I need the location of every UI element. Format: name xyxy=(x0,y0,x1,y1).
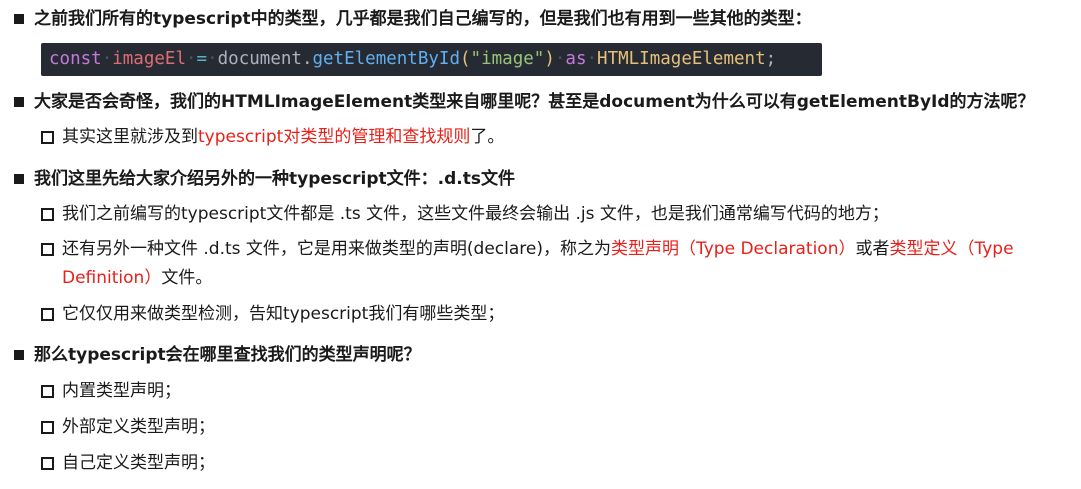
bullet-text: 大家是否会奇怪，我们的HTMLImageElement类型来自哪里呢？甚至是do… xyxy=(34,92,1035,112)
bullet-sub-1: 其实这里就涉及到typescript对类型的管理和查找规则了。 xyxy=(41,123,504,151)
bullet-text: 那么typescript会在哪里查找我们的类型声明呢？ xyxy=(34,345,421,365)
square-bullet-icon xyxy=(14,350,24,360)
bullet-sub-3: 还有另外一种文件 .d.ts 文件，它是用来做类型的声明(declare)，称之… xyxy=(41,235,1042,293)
code-block: const·imageEl·=·document.getElementById(… xyxy=(41,43,822,76)
bullet-text: 外部定义类型声明； xyxy=(62,417,215,437)
bullet-text: 它仅仅用来做类型检测，告知typescript我们有哪些类型； xyxy=(62,304,505,324)
text-segment: 还有另外一种文件 .d.ts 文件，它是用来做类型的声明(declare)，称之… xyxy=(62,239,612,259)
bullet-text: 其实这里就涉及到typescript对类型的管理和查找规则了。 xyxy=(62,123,504,151)
square-bullet-icon xyxy=(14,97,24,107)
code-keyword-as: as xyxy=(565,49,587,69)
highlight-text: typescript对类型的管理和查找规则 xyxy=(198,127,471,147)
code-rparen: ) xyxy=(544,49,555,69)
slide: 之前我们所有的typescript中的类型，几乎都是我们自己编写的，但是我们也有… xyxy=(0,0,1081,489)
square-bullet-icon xyxy=(14,14,24,24)
bullet-sub-7: 自己定义类型声明； xyxy=(41,449,215,477)
bullet-sub-2: 我们之前编写的typescript文件都是 .ts 文件，这些文件最终会输出 .… xyxy=(41,200,889,228)
bullet-main-2: 大家是否会奇怪，我们的HTMLImageElement类型来自哪里呢？甚至是do… xyxy=(14,88,1035,116)
text-segment: 了。 xyxy=(470,127,505,147)
bullet-text: 自己定义类型声明； xyxy=(62,453,215,473)
code-semicolon: ; xyxy=(765,49,777,69)
code-keyword-const: const xyxy=(49,49,102,69)
code-variable: imageEl xyxy=(112,49,186,69)
code-dot: . xyxy=(301,49,313,69)
bullet-sub-4: 它仅仅用来做类型检测，告知typescript我们有哪些类型； xyxy=(41,300,504,328)
text-segment: 其实这里就涉及到 xyxy=(62,127,198,147)
box-bullet-icon xyxy=(41,385,54,398)
bullet-main-3: 我们这里先给大家介绍另外的一种typescript文件：.d.ts文件 xyxy=(14,165,515,193)
code-function: getElementById xyxy=(312,49,460,69)
text-segment: 文件。 xyxy=(161,268,213,288)
highlight-text: 类型声明（Type Declaration） xyxy=(611,239,856,259)
bullet-text: 还有另外一种文件 .d.ts 文件，它是用来做类型的声明(declare)，称之… xyxy=(62,235,1042,293)
square-bullet-icon xyxy=(14,174,24,184)
bullet-text: 内置类型声明； xyxy=(62,381,181,401)
box-bullet-icon xyxy=(41,421,54,434)
box-bullet-icon xyxy=(41,243,54,256)
code-lparen: ( xyxy=(460,49,471,69)
bullet-text: 之前我们所有的typescript中的类型，几乎都是我们自己编写的，但是我们也有… xyxy=(34,9,812,29)
code-type: HTMLImageElement xyxy=(597,49,766,69)
code-operator: = xyxy=(196,49,208,69)
box-bullet-icon xyxy=(41,131,54,144)
bullet-sub-6: 外部定义类型声明； xyxy=(41,413,215,441)
bullet-sub-5: 内置类型声明； xyxy=(41,377,181,405)
box-bullet-icon xyxy=(41,308,54,321)
box-bullet-icon xyxy=(41,208,54,221)
bullet-text: 我们这里先给大家介绍另外的一种typescript文件：.d.ts文件 xyxy=(34,169,515,189)
bullet-main-4: 那么typescript会在哪里查找我们的类型声明呢？ xyxy=(14,341,421,369)
bullet-main-1: 之前我们所有的typescript中的类型，几乎都是我们自己编写的，但是我们也有… xyxy=(14,5,812,33)
code-string: "image" xyxy=(470,49,545,69)
code-object: document xyxy=(217,49,302,69)
box-bullet-icon xyxy=(41,457,54,470)
text-segment: 或者 xyxy=(855,239,890,259)
bullet-text: 我们之前编写的typescript文件都是 .ts 文件，这些文件最终会输出 .… xyxy=(62,204,889,224)
